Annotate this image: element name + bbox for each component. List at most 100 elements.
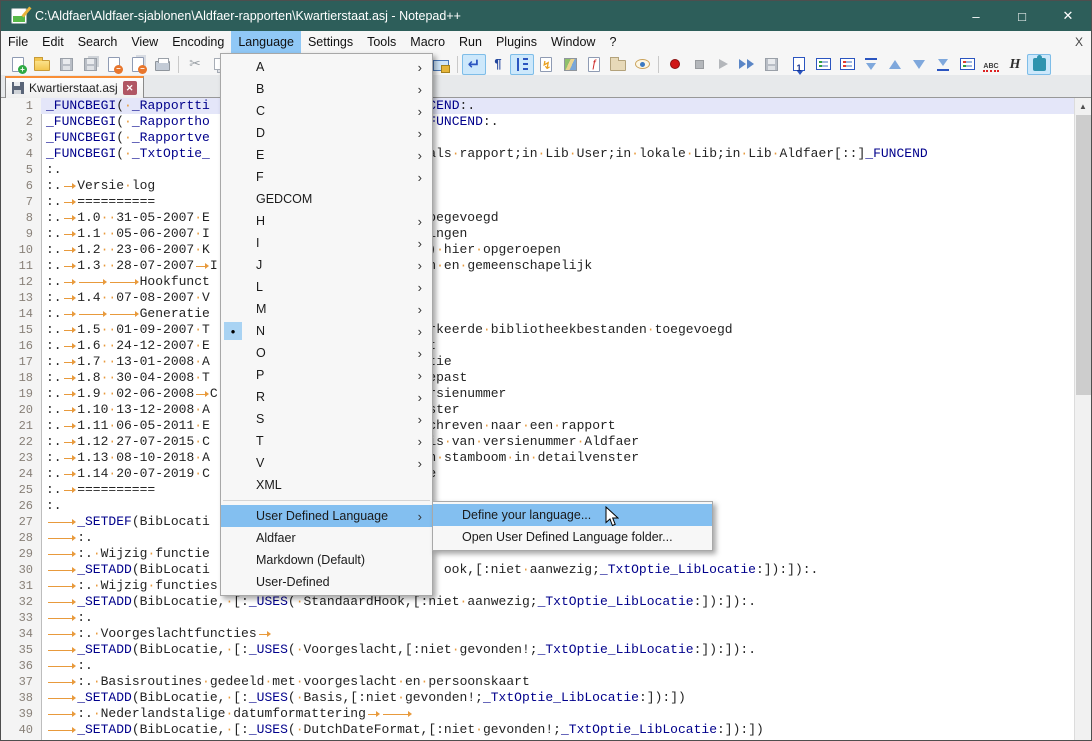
menubar-item-settings[interactable]: Settings [301,31,360,53]
fold-all-icon[interactable] [859,54,883,75]
close-all-icon[interactable] [126,54,150,75]
spell-check-icon[interactable] [979,54,1003,75]
language-menu-item-h[interactable]: H› [221,210,432,232]
line-number: 9 [1,226,41,242]
tab-arrow-mark [62,354,78,370]
folder-as-workspace-icon[interactable] [606,54,630,75]
menubar-item-encoding[interactable]: Encoding [165,31,231,53]
language-menu-item-user-defined[interactable]: User-Defined [221,571,432,593]
code-text: :.1.4··07-08-2007·V [41,290,1075,306]
menubar-item-window[interactable]: Window [544,31,602,53]
language-menu-item-markdown-default[interactable]: Markdown (Default) [221,549,432,571]
menubar-item-macro[interactable]: Macro [403,31,452,53]
indent-guide-icon[interactable] [510,54,534,75]
doc-switcher-icon[interactable] [955,54,979,75]
language-menu-item-r[interactable]: R› [221,386,432,408]
language-menu-item-d[interactable]: D› [221,122,432,144]
submenu-arrow-icon: › [418,346,422,361]
language-menu-item-v[interactable]: V› [221,452,432,474]
language-menu-item-i[interactable]: I› [221,232,432,254]
html-preview-icon[interactable] [1003,54,1027,75]
open-file-icon[interactable] [30,54,54,75]
scroll-up-icon[interactable]: ▲ [1075,98,1091,115]
menubar-item-[interactable]: ? [602,31,623,53]
submenu-arrow-icon: › [418,509,422,524]
udl-submenu-item-define-your-language[interactable]: Define your language... [433,504,712,526]
line-number: 28 [1,530,41,546]
code-text: :.1.2··23-06-2007·K )·hier·opgeroepen [41,242,1075,258]
tab-close-icon[interactable]: ✕ [123,81,137,95]
user-define-dialog-icon[interactable] [534,54,558,75]
language-menu-item-o[interactable]: O› [221,342,432,364]
language-menu-item-xml[interactable]: XML [221,474,432,496]
unfold-all-icon[interactable] [931,54,955,75]
code-line: 22:.1.12·27-07-2015·C is·van·versienumme… [1,434,1075,450]
vertical-scrollbar[interactable]: ▲ [1074,98,1091,741]
bookmark-list-icon[interactable] [811,54,835,75]
language-menu-item-c[interactable]: C› [221,100,432,122]
editor-pane[interactable]: 1_FUNCBEGI(·_Rapportti CEND:.2_FUNCBEGI(… [1,98,1075,741]
language-menu-item-a[interactable]: A› [221,56,432,78]
monitoring-icon[interactable] [630,54,654,75]
menubar-item-plugins[interactable]: Plugins [489,31,544,53]
function-list-icon[interactable] [582,54,606,75]
close-button[interactable]: ✕ [1045,1,1091,31]
code-line: 11:.1.3··28-07-2007I n·en·gemeenschapeli… [1,258,1075,274]
language-menu-item-j[interactable]: J› [221,254,432,276]
code-text: _FUNCBEGI(·_Rapportho FUNCEND:. [41,114,1075,130]
plugins-admin-icon[interactable] [1027,54,1051,75]
language-menu-item-f[interactable]: F› [221,166,432,188]
collapse-level-icon[interactable] [883,54,907,75]
macro-record-icon[interactable] [663,54,687,75]
show-all-characters-icon[interactable] [486,54,510,75]
language-menu-item-p[interactable]: P› [221,364,432,386]
language-menu-item-m[interactable]: M› [221,298,432,320]
menubar-item-tools[interactable]: Tools [360,31,403,53]
notepadpp-window: C:\Aldfaer\Aldfaer-sjablonen\Aldfaer-rap… [0,0,1092,741]
language-menu-item-aldfaer[interactable]: Aldfaer [221,527,432,549]
bookmark-clear-icon[interactable] [835,54,859,75]
cut-icon [183,54,207,75]
first-bookmark-icon[interactable] [787,54,811,75]
language-menu-item-gedcom[interactable]: GEDCOM [221,188,432,210]
minimize-button[interactable]: – [953,1,999,31]
scrollbar-thumb[interactable] [1076,115,1091,395]
menu-item-label: GEDCOM [256,192,312,206]
language-menu-item-e[interactable]: E› [221,144,432,166]
code-line: 24:.1.14·20-07-2019·C e [1,466,1075,482]
line-number: 13 [1,290,41,306]
language-menu-item-n[interactable]: •N› [221,320,432,342]
language-menu-item-b[interactable]: B› [221,78,432,100]
language-menu-item-t[interactable]: T› [221,430,432,452]
close-file-icon[interactable] [102,54,126,75]
notepadpp-app-icon [11,8,27,24]
submenu-arrow-icon: › [418,258,422,273]
menubar-item-view[interactable]: View [124,31,165,53]
word-wrap-icon[interactable] [462,54,486,75]
menubar-close-icon[interactable]: X [1075,31,1083,53]
tab-kwartierstaat[interactable]: Kwartierstaat.asj ✕ [5,76,144,98]
submenu-arrow-icon: › [418,170,422,185]
tab-arrow-mark [46,578,77,594]
new-file-icon[interactable] [6,54,30,75]
document-map-icon[interactable] [558,54,582,75]
menubar-item-language[interactable]: Language [231,31,301,53]
menubar-item-file[interactable]: File [1,31,35,53]
macro-run-multiple-icon[interactable] [735,54,759,75]
code-line: 38_SETADD(BibLocatie,·[:_USES(·Basis,[:n… [1,690,1075,706]
uncollapse-level-icon[interactable] [907,54,931,75]
menu-item-label: T [256,434,264,448]
submenu-arrow-icon: › [418,412,422,427]
maximize-button[interactable]: □ [999,1,1045,31]
macro-stop-icon [695,60,704,69]
menubar-item-search[interactable]: Search [71,31,125,53]
menubar-item-run[interactable]: Run [452,31,489,53]
language-menu-item-user-defined-language[interactable]: User Defined Language› [221,505,432,527]
menubar-item-edit[interactable]: Edit [35,31,71,53]
language-menu-item-s[interactable]: S› [221,408,432,430]
line-number: 31 [1,578,41,594]
print-icon[interactable] [150,54,174,75]
udl-submenu-item-open-user-defined-language-folder[interactable]: Open User Defined Language folder... [433,526,712,548]
code-line: 14:.Generatie [1,306,1075,322]
language-menu-item-l[interactable]: L› [221,276,432,298]
